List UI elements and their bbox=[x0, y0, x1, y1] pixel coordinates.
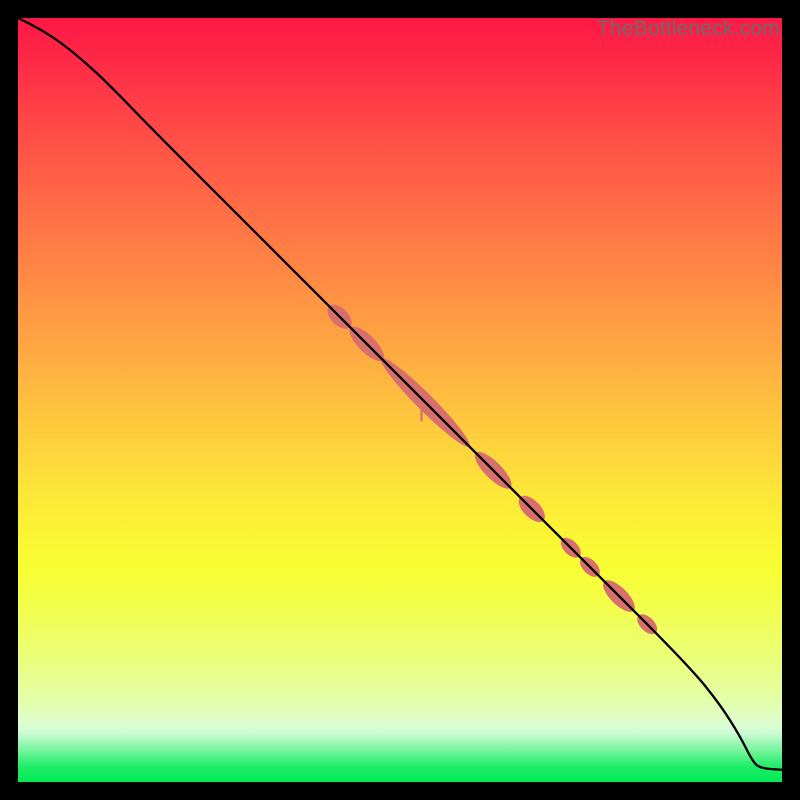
drip-mark bbox=[420, 405, 422, 422]
bottleneck-curve bbox=[18, 18, 782, 770]
plot-area: TheBottleneck.com bbox=[18, 18, 782, 782]
drip-marks bbox=[420, 405, 422, 422]
chart-frame: TheBottleneck.com bbox=[0, 0, 800, 800]
chart-overlay bbox=[18, 18, 782, 782]
